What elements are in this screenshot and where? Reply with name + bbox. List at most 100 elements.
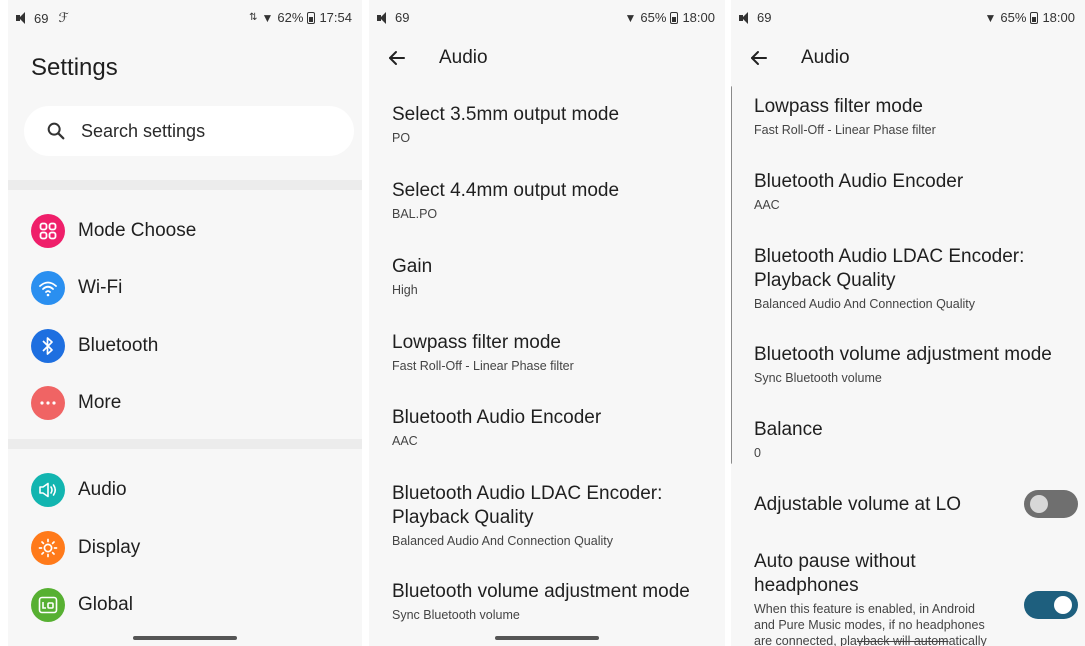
settings-item-display[interactable]: Display xyxy=(31,528,140,568)
setting-title: Lowpass filter mode xyxy=(392,332,561,353)
settings-item-bluetooth[interactable]: Bluetooth xyxy=(31,326,158,366)
setting-title-line2: Playback Quality xyxy=(392,507,534,528)
settings-item-label: Display xyxy=(78,537,141,558)
setting-title-line2: Playback Quality xyxy=(754,270,896,291)
setting-ldac-quality[interactable]: Bluetooth Audio LDAC Encoder: Playback Q… xyxy=(754,245,1024,312)
settings-item-label: Wi-Fi xyxy=(78,277,123,298)
settings-item-more[interactable]: More xyxy=(31,383,121,423)
description-line: are connected, playback will automatical… xyxy=(754,633,1019,646)
bluetooth-icon xyxy=(31,329,65,363)
settings-item-audio[interactable]: Audio xyxy=(31,470,127,510)
page-title: Audio xyxy=(801,47,850,68)
battery-icon xyxy=(307,11,316,24)
battery-icon xyxy=(670,11,679,24)
setting-title-line1: Bluetooth Audio LDAC Encoder: xyxy=(392,483,663,504)
wifi-status-icon: ▼ xyxy=(624,10,637,25)
setting-value: AAC xyxy=(392,434,418,448)
scrollbar[interactable] xyxy=(731,86,732,464)
setting-value: 0 xyxy=(754,446,761,460)
app-bar: Audio xyxy=(369,44,725,74)
description-line: and Pure Music modes, if no headphones xyxy=(754,618,985,632)
search-placeholder: Search settings xyxy=(81,120,206,141)
setting-value: AAC xyxy=(754,198,780,212)
toggle-knob xyxy=(1054,596,1072,614)
battery-percent: 65% xyxy=(640,10,667,25)
setting-value: Fast Roll-Off - Linear Phase filter xyxy=(392,359,574,373)
setting-adjustable-volume-lo[interactable]: Adjustable volume at LO xyxy=(754,493,961,517)
setting-3-5mm-output-mode[interactable]: Select 3.5mm output mode PO xyxy=(392,103,619,146)
settings-item-label: Bluetooth xyxy=(78,335,159,356)
setting-title: Bluetooth volume adjustment mode xyxy=(754,344,1052,365)
setting-bluetooth-volume-mode[interactable]: Bluetooth volume adjustment mode Sync Bl… xyxy=(754,343,1052,386)
setting-title-line2: headphones xyxy=(754,575,859,596)
divider xyxy=(8,180,362,190)
speaker-icon xyxy=(31,473,65,507)
volume-icon xyxy=(739,11,753,24)
setting-lowpass-filter[interactable]: Lowpass filter mode Fast Roll-Off - Line… xyxy=(754,95,936,138)
setting-title: Gain xyxy=(392,256,433,277)
toggle-knob xyxy=(1030,495,1048,513)
back-arrow-icon[interactable] xyxy=(387,48,407,68)
volume-icon xyxy=(377,11,391,24)
battery-percent: 62% xyxy=(277,10,304,25)
settings-item-label: More xyxy=(78,392,122,413)
search-bar[interactable]: Search settings xyxy=(24,106,354,156)
setting-value: Balanced Audio And Connection Quality xyxy=(754,297,975,311)
setting-title: Select 3.5mm output mode xyxy=(392,104,620,125)
setting-bluetooth-encoder[interactable]: Bluetooth Audio Encoder AAC xyxy=(754,170,963,213)
setting-title: Bluetooth volume adjustment mode xyxy=(392,581,690,602)
divider xyxy=(8,439,362,449)
setting-bluetooth-encoder[interactable]: Bluetooth Audio Encoder AAC xyxy=(392,406,601,449)
audio-screen-scrolled: 69 ▼ 65% 18:00 Audio Lowpass filter mode… xyxy=(731,0,1085,646)
setting-value: BAL.PO xyxy=(392,207,438,221)
page-title: Audio xyxy=(439,47,488,68)
setting-value: PO xyxy=(392,131,411,145)
back-arrow-icon[interactable] xyxy=(749,48,769,68)
battery-percent: 65% xyxy=(1000,10,1027,25)
clock: 18:00 xyxy=(1042,10,1075,25)
setting-gain[interactable]: Gain High xyxy=(392,255,432,298)
volume-level: 69 xyxy=(395,10,410,25)
app-bar: Audio xyxy=(731,44,1085,74)
volume-icon xyxy=(16,12,30,24)
setting-description: When this feature is enabled, in Android… xyxy=(754,601,1019,646)
battery-icon xyxy=(1030,11,1039,24)
wifi-icon xyxy=(31,271,65,305)
gesture-bar[interactable] xyxy=(133,636,237,640)
settings-item-wifi[interactable]: Wi-Fi xyxy=(31,268,122,308)
setting-title: Bluetooth Audio Encoder xyxy=(392,407,602,428)
status-bar: 69 ▼ 65% 18:00 xyxy=(731,10,1085,32)
auto-pause-toggle[interactable] xyxy=(1024,591,1078,619)
settings-item-label: Global xyxy=(78,594,133,615)
setting-value: High xyxy=(392,283,418,297)
description-text: are connected, pla xyxy=(754,634,857,646)
setting-value: Fast Roll-Off - Linear Phase filter xyxy=(754,123,936,137)
description-text-struck: yback will autom xyxy=(856,634,949,646)
setting-balance[interactable]: Balance 0 xyxy=(754,418,823,461)
description-line: When this feature is enabled, in Android xyxy=(754,602,975,616)
setting-value: Balanced Audio And Connection Quality xyxy=(392,534,613,548)
settings-screen: 69 ℱ ⇅ ▼ 62% 17:54 Settings Search setti… xyxy=(8,0,362,646)
setting-title: Lowpass filter mode xyxy=(754,96,923,117)
brightness-icon xyxy=(31,531,65,565)
settings-item-global[interactable]: Global xyxy=(31,585,133,625)
search-icon xyxy=(47,122,65,140)
notification-icon: ℱ xyxy=(58,10,69,25)
setting-ldac-quality[interactable]: Bluetooth Audio LDAC Encoder: Playback Q… xyxy=(392,482,662,549)
status-bar: 69 ▼ 65% 18:00 xyxy=(369,10,725,32)
description-text: atically xyxy=(948,634,987,646)
setting-lowpass-filter[interactable]: Lowpass filter mode Fast Roll-Off - Line… xyxy=(392,331,574,374)
setting-value: Sync Bluetooth volume xyxy=(392,608,520,622)
clock: 17:54 xyxy=(319,10,352,25)
settings-item-mode-choose[interactable]: Mode Choose xyxy=(31,211,196,251)
grid-icon xyxy=(31,214,65,248)
status-bar: 69 ℱ ⇅ ▼ 62% 17:54 xyxy=(8,10,362,32)
setting-auto-pause[interactable]: Auto pause without headphones When this … xyxy=(754,550,1019,646)
global-icon xyxy=(31,588,65,622)
setting-4-4mm-output-mode[interactable]: Select 4.4mm output mode BAL.PO xyxy=(392,179,619,222)
setting-bluetooth-volume-mode[interactable]: Bluetooth volume adjustment mode Sync Bl… xyxy=(392,580,690,623)
wifi-status-icon: ▼ xyxy=(261,10,274,25)
gesture-bar[interactable] xyxy=(495,636,599,640)
adjustable-volume-lo-toggle[interactable] xyxy=(1024,490,1078,518)
setting-title-line1: Bluetooth Audio LDAC Encoder: xyxy=(754,246,1025,267)
